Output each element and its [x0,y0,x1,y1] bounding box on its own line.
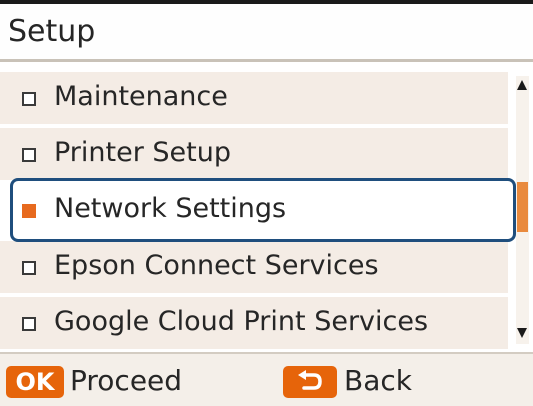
menu-item-epson-connect-services[interactable]: Epson Connect Services [0,241,508,293]
back-label: Back [344,364,412,397]
menu-item-label: Google Cloud Print Services [54,306,429,337]
menu-item-google-cloud-print-services[interactable]: Google Cloud Print Services [0,297,508,349]
title-bar: Setup [0,4,533,62]
menu-item-maintenance[interactable]: Maintenance [0,72,508,124]
unselected-square-icon [22,261,36,275]
button-guide-bar: OK Proceed Back [0,352,533,406]
page-title: Setup [8,14,96,49]
menu-item-printer-setup[interactable]: Printer Setup [0,128,508,180]
scrollbar[interactable] [516,76,529,344]
back-button[interactable] [283,366,337,398]
ok-key-label: OK [15,368,55,396]
proceed-label: Proceed [70,364,183,397]
menu-item-label: Printer Setup [54,137,231,168]
scroll-thumb[interactable] [517,182,528,232]
unselected-square-icon [22,92,36,106]
arrow-down-icon[interactable] [517,328,527,338]
menu-item-label: Epson Connect Services [54,250,379,281]
printer-lcd-screen: Setup Maintenance Printer Setup Network … [0,0,533,406]
ok-button[interactable]: OK [6,366,64,398]
unselected-square-icon [22,317,36,331]
menu-item-label: Maintenance [54,81,228,112]
selection-highlight-frame [10,178,516,242]
arrow-up-icon[interactable] [517,80,527,90]
unselected-square-icon [22,148,36,162]
back-return-icon [298,370,322,390]
